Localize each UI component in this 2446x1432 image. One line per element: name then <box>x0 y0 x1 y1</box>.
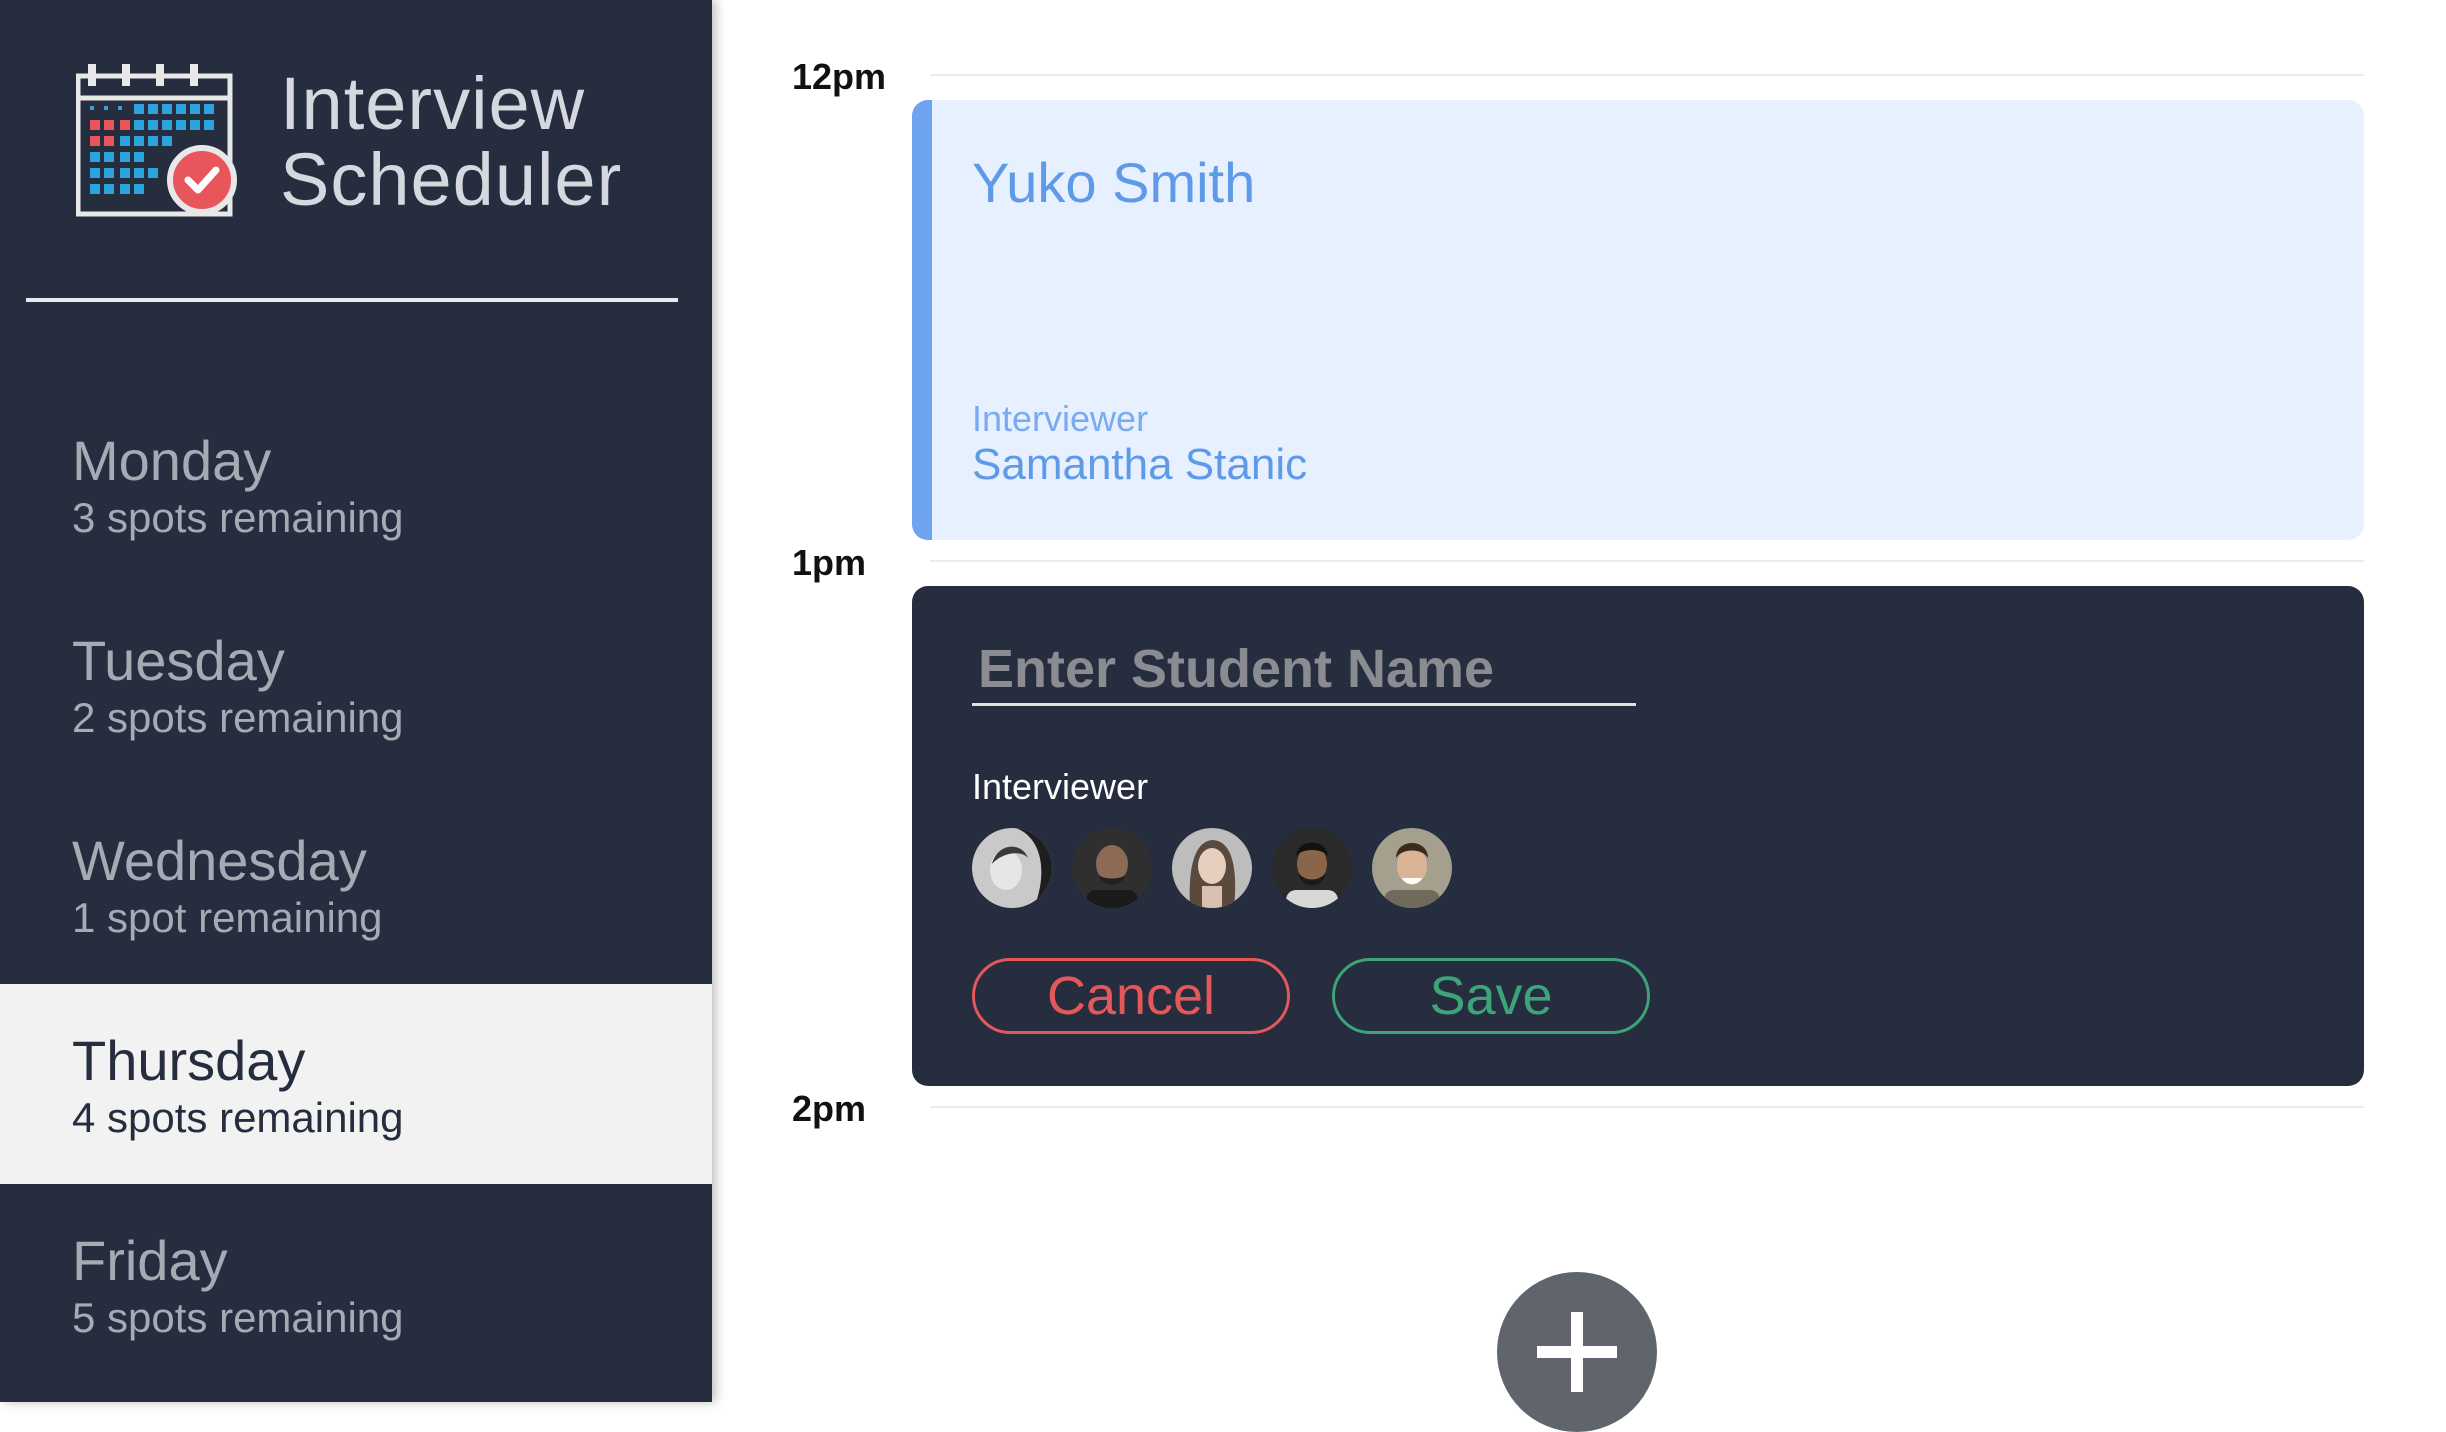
add-appointment-button[interactable] <box>1497 1272 1657 1432</box>
save-button[interactable]: Save <box>1332 958 1650 1034</box>
calendar-check-icon <box>76 64 237 217</box>
appointment-student-name: Yuko Smith <box>972 151 1256 214</box>
interviewer-avatar-5[interactable] <box>1372 828 1452 908</box>
cancel-button[interactable]: Cancel <box>972 958 1290 1034</box>
time-label-12pm: 12pm <box>792 56 887 97</box>
day-item-friday[interactable]: Friday 5 spots remaining <box>0 1184 712 1384</box>
time-label-2pm: 2pm <box>792 1088 867 1129</box>
sidebar: Interview Scheduler Monday 3 spots remai… <box>0 0 712 1402</box>
day-spots: 5 spots remaining <box>72 1294 404 1341</box>
appointment-interviewer-name: Samantha Stanic <box>972 440 1308 489</box>
brand: Interview Scheduler <box>76 62 676 222</box>
hour-divider <box>930 560 2364 562</box>
day-spots: 3 spots remaining <box>72 494 404 541</box>
interviewer-avatar-3[interactable] <box>1172 828 1252 908</box>
appointment-card[interactable]: Yuko Smith Interviewer Samantha Stanic <box>912 100 2364 540</box>
day-spots: 2 spots remaining <box>72 694 404 741</box>
day-list: Monday 3 spots remaining Tuesday 2 spots… <box>0 384 712 1384</box>
day-spots: 1 spot remaining <box>72 894 383 941</box>
app-title-line2: Scheduler <box>280 138 623 221</box>
day-name: Wednesday <box>72 829 367 892</box>
app-title-line1: Interview <box>280 62 586 145</box>
day-item-tuesday[interactable]: Tuesday 2 spots remaining <box>0 584 712 784</box>
hour-divider <box>930 74 2364 76</box>
hour-divider <box>930 1106 2364 1108</box>
plus-icon <box>1537 1312 1617 1392</box>
interviewer-avatar-1[interactable] <box>972 828 1052 908</box>
day-item-wednesday[interactable]: Wednesday 1 spot remaining <box>0 784 712 984</box>
day-item-thursday[interactable]: Thursday 4 spots remaining <box>0 984 712 1184</box>
app-title: Interview Scheduler <box>280 66 622 218</box>
day-name: Tuesday <box>72 629 285 692</box>
appointment-interviewer-label: Interviewer <box>972 398 1149 439</box>
day-name: Friday <box>72 1229 228 1292</box>
interviewer-avatar-4[interactable] <box>1272 828 1352 908</box>
appointment-form: Interviewer <box>912 586 2364 1086</box>
student-name-input[interactable] <box>972 634 1636 706</box>
interviewer-label: Interviewer <box>972 766 1149 807</box>
sidebar-divider <box>26 298 678 302</box>
day-spots: 4 spots remaining <box>72 1094 404 1141</box>
day-name: Monday <box>72 429 272 492</box>
interviewer-avatar-2[interactable] <box>1072 828 1152 908</box>
time-label-1pm: 1pm <box>792 542 867 583</box>
day-item-monday[interactable]: Monday 3 spots remaining <box>0 384 712 584</box>
appointment-accent-bar <box>912 100 932 540</box>
day-name: Thursday <box>72 1029 306 1092</box>
